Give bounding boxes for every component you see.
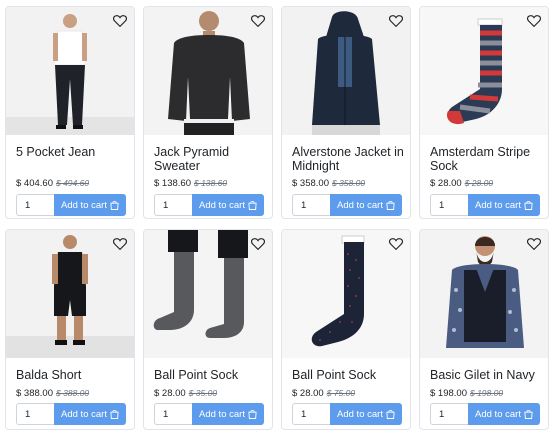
add-to-cart-button[interactable]: Add to cart [54,403,126,425]
old-price: $ 358.00 [331,178,366,188]
heart-icon[interactable] [112,237,128,250]
shopping-bag-icon [110,201,119,210]
product-title[interactable]: Alverstone Jacket in Midnight [292,145,404,173]
product-image[interactable] [282,7,410,135]
old-price: $ 198.00 [469,388,504,398]
product-image[interactable] [144,230,272,358]
product-title[interactable]: Balda Short [16,368,128,382]
old-price: $ 28.00 [464,178,494,188]
product-image[interactable] [6,7,134,135]
add-to-cart-label: Add to cart [337,408,383,420]
add-to-cart-form: Add to cart [292,403,402,425]
add-to-cart-label: Add to cart [475,199,521,211]
product-image[interactable] [144,7,272,135]
product-price: $ 358.00 $ 358.00 [292,178,365,189]
shopping-bag-icon [524,201,533,210]
quantity-input[interactable] [430,194,468,216]
product-title[interactable]: Ball Point Sock [154,368,266,382]
add-to-cart-form: Add to cart [154,194,264,216]
add-to-cart-form: Add to cart [430,194,540,216]
product-price: $ 404.60 $ 494.60 [16,178,89,189]
add-to-cart-label: Add to cart [199,199,245,211]
shopping-bag-icon [248,410,257,419]
quantity-input[interactable] [154,194,192,216]
shopping-bag-icon [248,201,257,210]
heart-icon[interactable] [250,237,266,250]
heart-icon[interactable] [250,14,266,27]
add-to-cart-form: Add to cart [16,403,126,425]
add-to-cart-button[interactable]: Add to cart [54,194,126,216]
product-image[interactable] [6,230,134,358]
add-to-cart-button[interactable]: Add to cart [330,194,402,216]
product-title[interactable]: Basic Gilet in Navy [430,368,542,382]
current-price: $ 28.00 [292,388,324,399]
heart-icon[interactable] [388,14,404,27]
current-price: $ 28.00 [154,388,186,399]
current-price: $ 198.00 [430,388,467,399]
shopping-bag-icon [386,201,395,210]
product-title[interactable]: Amsterdam Stripe Sock [430,145,542,173]
old-price: $ 75.00 [326,388,356,398]
quantity-input[interactable] [16,403,54,425]
heart-icon[interactable] [388,237,404,250]
add-to-cart-label: Add to cart [337,199,383,211]
product-price: $ 198.00 $ 198.00 [430,388,503,399]
quantity-input[interactable] [292,194,330,216]
product-card: Alverstone Jacket in Midnight $ 358.00 $ … [281,6,411,219]
shopping-bag-icon [386,410,395,419]
product-price: $ 28.00 $ 28.00 [430,178,493,189]
product-image[interactable] [420,230,548,358]
add-to-cart-button[interactable]: Add to cart [192,194,264,216]
add-to-cart-button[interactable]: Add to cart [468,403,540,425]
add-to-cart-form: Add to cart [292,194,402,216]
product-card: Amsterdam Stripe Sock $ 28.00$ 28.00 Add… [419,6,549,219]
old-price: $ 35.00 [188,388,218,398]
shopping-bag-icon [524,410,533,419]
old-price: $ 388.00 [55,388,90,398]
heart-icon[interactable] [526,14,542,27]
add-to-cart-button[interactable]: Add to cart [468,194,540,216]
quantity-input[interactable] [292,403,330,425]
product-grid: 5 Pocket Jean $ 404.60$ 494.60 Add to ca… [0,0,553,435]
product-title[interactable]: Jack Pyramid Sweater [154,145,266,173]
current-price: $ 138.60 [154,178,191,189]
product-image[interactable] [420,7,548,135]
current-price: $ 388.00 [16,388,53,399]
add-to-cart-form: Add to cart [16,194,126,216]
current-price: $ 28.00 [430,178,462,189]
add-to-cart-button[interactable]: Add to cart [192,403,264,425]
product-card: Jack Pyramid Sweater $ 138.60$ 138.60 Ad… [143,6,273,219]
product-card: Ball Point Sock $ 28.00$ 75.00 Add to ca… [281,229,411,430]
add-to-cart-label: Add to cart [199,408,245,420]
quantity-input[interactable] [16,194,54,216]
add-to-cart-button[interactable]: Add to cart [330,403,402,425]
old-price: $ 494.60 [55,178,90,188]
product-card: Balda Short $ 388.00$ 388.00 Add to cart [5,229,135,430]
product-title[interactable]: Ball Point Sock [292,368,404,382]
product-image[interactable] [282,230,410,358]
current-price: $ 358.00 [292,178,329,189]
product-price: $ 28.00 $ 75.00 [292,388,355,399]
old-price: $ 138.60 [193,178,228,188]
product-card: Ball Point Sock $ 28.00$ 35.00 Add to ca… [143,229,273,430]
add-to-cart-label: Add to cart [61,408,107,420]
product-card: 5 Pocket Jean $ 404.60$ 494.60 Add to ca… [5,6,135,219]
heart-icon[interactable] [526,237,542,250]
quantity-input[interactable] [154,403,192,425]
product-price: $ 28.00 $ 35.00 [154,388,217,399]
product-card: Basic Gilet in Navy $ 198.00$ 198.00 Add… [419,229,549,430]
product-title[interactable]: 5 Pocket Jean [16,145,128,159]
heart-icon[interactable] [112,14,128,27]
add-to-cart-label: Add to cart [475,408,521,420]
product-price: $ 388.00 $ 388.00 [16,388,89,399]
add-to-cart-form: Add to cart [154,403,264,425]
current-price: $ 404.60 [16,178,53,189]
shopping-bag-icon [110,410,119,419]
add-to-cart-label: Add to cart [61,199,107,211]
product-price: $ 138.60 $ 138.60 [154,178,227,189]
add-to-cart-form: Add to cart [430,403,540,425]
quantity-input[interactable] [430,403,468,425]
